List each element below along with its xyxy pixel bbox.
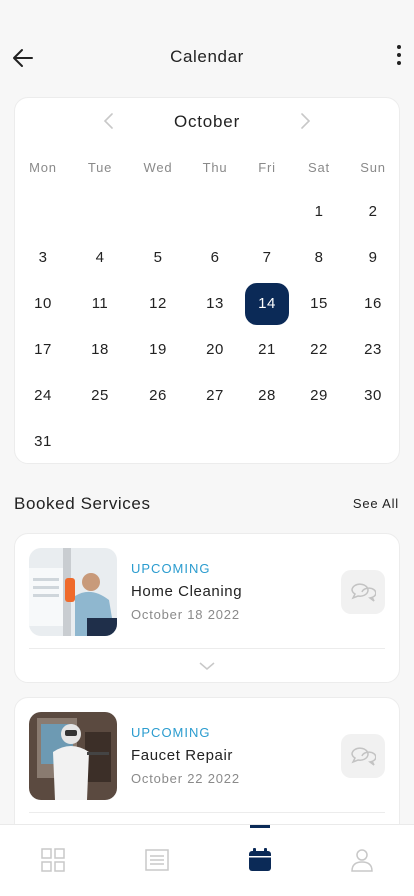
calendar-day[interactable]: 27: [193, 375, 237, 417]
calendar-day[interactable]: 8: [297, 237, 341, 279]
nav-profile[interactable]: [349, 847, 375, 873]
calendar-day-selected[interactable]: 14: [245, 283, 289, 325]
calendar-day[interactable]: 12: [136, 283, 180, 325]
chat-button[interactable]: [341, 570, 385, 614]
calendar-day[interactable]: 1: [297, 191, 341, 233]
calendar-icon: [249, 848, 271, 871]
calendar-day[interactable]: 16: [351, 283, 395, 325]
calendar-day[interactable]: 23: [351, 329, 395, 371]
calendar-day[interactable]: 7: [245, 237, 289, 279]
divider: [29, 812, 385, 813]
more-icon-dot: [397, 53, 401, 57]
service-name: Faucet Repair: [131, 747, 234, 764]
calendar-day[interactable]: 10: [21, 283, 65, 325]
weekday-label: Mon: [29, 160, 57, 175]
calendar-day[interactable]: 21: [245, 329, 289, 371]
month-label: October: [173, 112, 241, 131]
calendar-day[interactable]: 9: [351, 237, 395, 279]
service-card[interactable]: UPCOMING Home Cleaning October 18 2022: [14, 533, 400, 683]
more-icon-dot: [397, 61, 401, 65]
calendar-day[interactable]: 25: [78, 375, 122, 417]
chevron-right-icon[interactable]: [298, 113, 312, 129]
expand-button[interactable]: [15, 658, 399, 672]
calendar-day[interactable]: 5: [136, 237, 180, 279]
see-all-link[interactable]: See All: [353, 496, 399, 511]
calendar-day[interactable]: 22: [297, 329, 341, 371]
service-date: October 18 2022: [131, 607, 240, 622]
active-tab-indicator: [250, 825, 270, 828]
chat-icon: [351, 583, 376, 602]
more-options-button[interactable]: [394, 45, 404, 71]
calendar-day[interactable]: 29: [297, 375, 341, 417]
weekday-label: Thu: [202, 160, 228, 175]
service-name: Home Cleaning: [131, 583, 243, 600]
nav-bookings[interactable]: [144, 847, 170, 873]
service-date: October 22 2022: [131, 771, 240, 786]
weekday-label: Sun: [360, 160, 386, 175]
list-icon: [145, 849, 169, 871]
calendar-card: October Mon Tue Wed Thu Fri Sat Sun 1 2 3 4 5 6 7 8 9 10…: [14, 97, 400, 464]
calendar-day[interactable]: 11: [78, 283, 122, 325]
grid-icon: [41, 848, 65, 872]
page-title: Calendar: [170, 47, 244, 66]
divider: [29, 648, 385, 649]
calendar-day[interactable]: 30: [351, 375, 395, 417]
bottom-navigation: [0, 824, 414, 896]
calendar-day[interactable]: 4: [78, 237, 122, 279]
calendar-day[interactable]: 18: [78, 329, 122, 371]
service-image-cleaning: [29, 548, 117, 636]
calendar-day[interactable]: 20: [193, 329, 237, 371]
service-status: UPCOMING: [131, 561, 211, 576]
calendar-day[interactable]: 3: [21, 237, 65, 279]
calendar-day[interactable]: 26: [136, 375, 180, 417]
calendar-day[interactable]: 24: [21, 375, 65, 417]
calendar-day[interactable]: 19: [136, 329, 180, 371]
service-status: UPCOMING: [131, 725, 211, 740]
calendar-day[interactable]: 2: [351, 191, 395, 233]
header: Calendar: [0, 0, 414, 100]
chat-button[interactable]: [341, 734, 385, 778]
more-icon-dot: [397, 45, 401, 49]
calendar-day[interactable]: 31: [21, 421, 65, 463]
nav-home[interactable]: [40, 847, 66, 873]
calendar-day[interactable]: 15: [297, 283, 341, 325]
profile-icon: [351, 849, 373, 872]
service-image-repair: [29, 712, 117, 800]
weekday-label: Fri: [258, 160, 276, 175]
weekday-label: Sat: [308, 160, 330, 175]
calendar-day[interactable]: 17: [21, 329, 65, 371]
weekday-label: Wed: [143, 160, 173, 175]
weekday-label: Tue: [87, 160, 113, 175]
chevron-down-icon: [199, 662, 215, 670]
calendar-day[interactable]: 13: [193, 283, 237, 325]
calendar-day[interactable]: 6: [193, 237, 237, 279]
month-selector: October: [15, 98, 399, 144]
chat-icon: [351, 747, 376, 766]
booked-services-title: Booked Services: [14, 494, 151, 513]
nav-calendar[interactable]: [247, 847, 273, 873]
calendar-day[interactable]: 28: [245, 375, 289, 417]
